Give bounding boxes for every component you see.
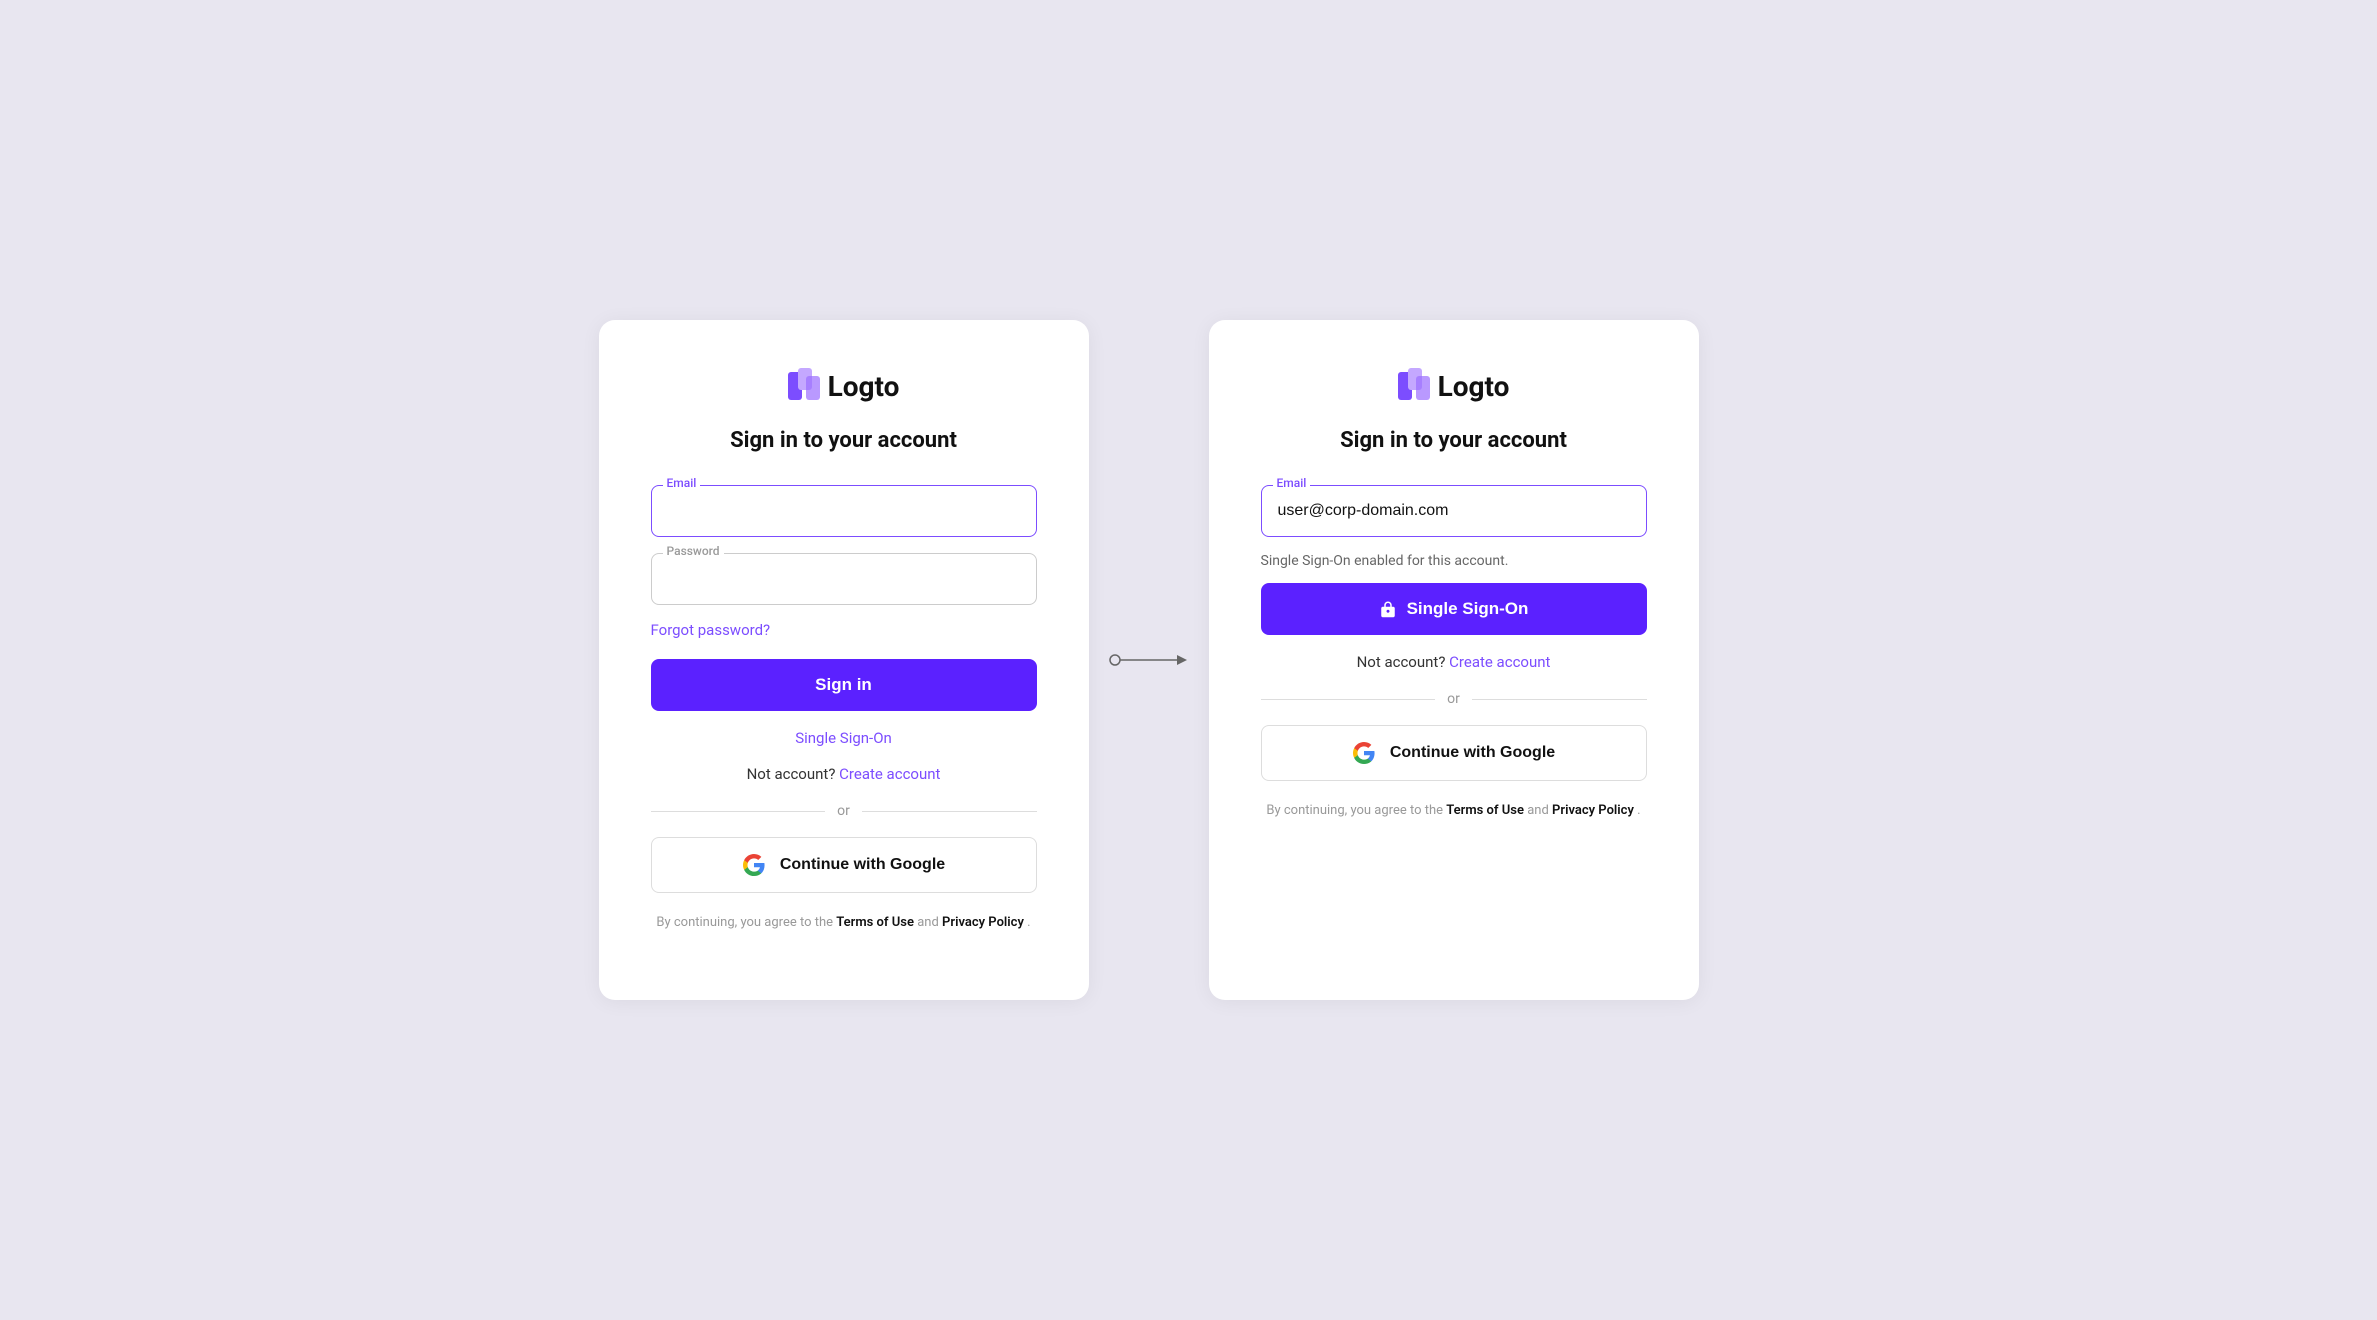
right-terms-text: By continuing, you agree to the Terms of… [1261, 801, 1647, 821]
right-sso-button[interactable]: Single Sign-On [1261, 583, 1647, 635]
right-divider-text: or [1447, 691, 1460, 707]
right-logto-logo-icon [1398, 368, 1430, 404]
logto-logo-icon [788, 368, 820, 404]
left-password-field-wrapper: Password [651, 553, 1037, 605]
left-email-field-wrapper: Email [651, 485, 1037, 537]
right-divider-line-left [1261, 699, 1436, 700]
forgot-password-link[interactable]: Forgot password? [651, 621, 1037, 639]
left-privacy-policy-link[interactable]: Privacy Policy [942, 915, 1024, 930]
right-divider: or [1261, 691, 1647, 707]
logo-area: Logto [788, 368, 900, 404]
left-divider-text: or [837, 803, 850, 819]
sign-in-button[interactable]: Sign in [651, 659, 1037, 711]
left-email-label: Email [663, 476, 701, 490]
left-password-label: Password [663, 544, 724, 558]
left-divider-line-left [651, 811, 826, 812]
left-google-button[interactable]: Continue with Google [651, 837, 1037, 893]
right-email-field-wrapper: Email [1261, 485, 1647, 537]
google-g-icon [742, 853, 766, 877]
right-google-button[interactable]: Continue with Google [1261, 725, 1647, 781]
right-privacy-policy-link[interactable]: Privacy Policy [1552, 803, 1634, 818]
left-form: Email Password Forgot password? Sign in … [651, 485, 1037, 933]
flow-arrow [1109, 648, 1189, 672]
left-card: Logto Sign in to your account Email Pass… [599, 320, 1089, 1000]
logo-text: Logto [828, 370, 900, 403]
right-logo-area: Logto [1398, 368, 1510, 404]
right-no-account-row: Not account? Create account [1261, 653, 1647, 671]
left-card-title: Sign in to your account [730, 428, 957, 453]
arrow-area [1089, 648, 1209, 672]
page-wrapper: Logto Sign in to your account Email Pass… [599, 320, 1779, 1000]
left-google-button-label: Continue with Google [780, 856, 945, 874]
left-divider-line-right [862, 811, 1037, 812]
right-form: Email Single Sign-On enabled for this ac… [1261, 485, 1647, 821]
right-create-account-link[interactable]: Create account [1449, 653, 1550, 671]
left-no-account-row: Not account? Create account [651, 765, 1037, 783]
right-email-label: Email [1273, 476, 1311, 490]
right-card: Logto Sign in to your account Email Sing… [1209, 320, 1699, 1000]
left-terms-text: By continuing, you agree to the Terms of… [651, 913, 1037, 933]
left-sso-link[interactable]: Single Sign-On [651, 729, 1037, 747]
left-terms-of-use-link[interactable]: Terms of Use [836, 915, 914, 930]
right-card-title: Sign in to your account [1340, 428, 1567, 453]
right-divider-line-right [1472, 699, 1647, 700]
right-terms-of-use-link[interactable]: Terms of Use [1446, 803, 1524, 818]
right-google-g-icon [1352, 741, 1376, 765]
left-create-account-link[interactable]: Create account [839, 765, 940, 783]
right-sso-hint: Single Sign-On enabled for this account. [1261, 553, 1647, 569]
left-email-input[interactable] [651, 485, 1037, 537]
left-password-input[interactable] [651, 553, 1037, 605]
right-email-input[interactable] [1261, 485, 1647, 537]
right-no-account-text: Not account? [1357, 653, 1446, 671]
right-google-button-label: Continue with Google [1390, 744, 1555, 762]
left-no-account-text: Not account? [747, 765, 836, 783]
right-logo-text: Logto [1438, 370, 1510, 403]
lock-icon [1379, 600, 1397, 618]
left-divider: or [651, 803, 1037, 819]
